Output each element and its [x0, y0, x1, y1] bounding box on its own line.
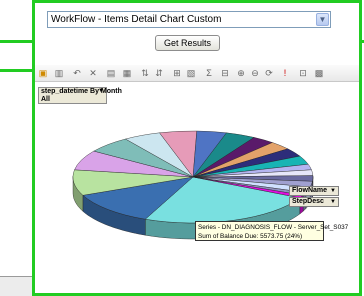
commands-icon[interactable]: ▩ [313, 67, 325, 79]
left-strip [0, 276, 32, 296]
chart-wizard-icon[interactable]: ▣ [37, 67, 49, 79]
field-flowname-button[interactable]: FlowName ▼ [289, 186, 339, 196]
frame-line-top [0, 40, 32, 43]
filter-value: All [41, 96, 50, 103]
sort-ascending-icon[interactable]: ⇅ [139, 67, 151, 79]
frame-line-mid [0, 69, 32, 72]
chart-type-icon[interactable]: ▥ [53, 67, 65, 79]
property-icon[interactable]: ▤ [105, 67, 117, 79]
expand-icon[interactable]: ⊕ [235, 67, 247, 79]
chevron-down-icon[interactable]: ▼ [316, 13, 329, 26]
tooltip-line2: Sum of Balance Due: 5573.75 (24%) [198, 233, 303, 240]
delete-icon[interactable]: ✕ [87, 67, 99, 79]
chevron-down-icon: ▼ [330, 199, 336, 205]
tooltip-line1: Series - DN_DIAGNOSIS_FLOW - Server_Set_… [198, 224, 349, 231]
sort-descending-icon[interactable]: ⇵ [153, 67, 165, 79]
report-select-value: WorkFlow - Items Detail Chart Custom [51, 14, 222, 25]
autofilter-icon[interactable]: ⊞ [171, 67, 183, 79]
show-top-icon[interactable]: ▧ [185, 67, 197, 79]
report-select[interactable]: WorkFlow - Items Detail Chart Custom ▼ [47, 11, 331, 28]
collapse-icon[interactable]: ⊖ [249, 67, 261, 79]
chart-tooltip: Series - DN_DIAGNOSIS_FLOW - Server_Set_… [195, 221, 349, 241]
field-stepdesc-label: StepDesc [292, 198, 324, 205]
subtotal-icon[interactable]: Σ [203, 67, 215, 79]
undo-icon[interactable]: ↶ [71, 67, 83, 79]
chevron-down-icon[interactable]: ▼ [98, 88, 104, 94]
field-stepdesc-button[interactable]: StepDesc ▼ [289, 197, 339, 207]
get-results-button[interactable]: Get Results [155, 35, 220, 51]
chevron-down-icon: ▼ [330, 188, 336, 194]
export-icon[interactable]: ! [279, 67, 291, 79]
filter-dropdown[interactable]: step_datetime By Month All ▼ [38, 87, 122, 104]
field-flowname-label: FlowName [292, 187, 328, 194]
chart-toolbar: ▣ ▥ ↶ ✕ ▤ ▦ ⇅ ⇵ ⊞ ▧ Σ ⊟ ⊕ ⊖ ⟳ ! ⊡ ▩ [35, 65, 359, 82]
refresh-icon[interactable]: ⟳ [263, 67, 275, 79]
help-icon[interactable]: ⊡ [297, 67, 309, 79]
calculated-total-icon[interactable]: ⊟ [219, 67, 231, 79]
field-list-icon[interactable]: ▦ [121, 67, 133, 79]
filter-label: step_datetime By Month [41, 88, 122, 95]
